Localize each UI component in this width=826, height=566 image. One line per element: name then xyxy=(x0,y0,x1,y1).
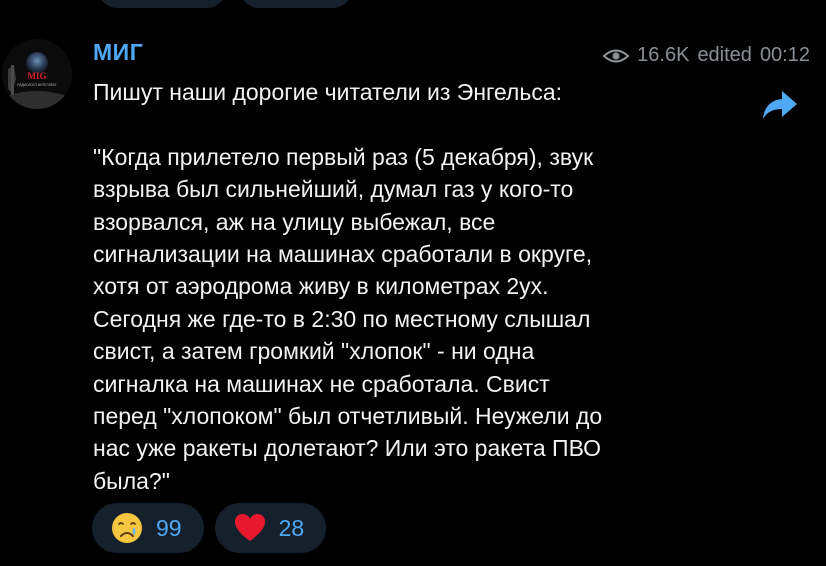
reaction-heart-count: 28 xyxy=(278,514,305,541)
heart-icon xyxy=(234,514,265,541)
reaction-heart-button[interactable]: 28 xyxy=(214,503,327,553)
channel-logo-image: MIG РАДИОЛОГО ИНТЕЛЛЕКТ xyxy=(2,39,72,109)
avatar-logo-text: MIG xyxy=(28,71,47,81)
reactions-bar: 99 28 xyxy=(92,503,327,553)
crying-face-icon xyxy=(112,513,142,543)
views-eye-icon xyxy=(603,48,630,63)
channel-avatar[interactable]: MIG РАДИОЛОГО ИНТЕЛЛЕКТ xyxy=(2,39,72,109)
message-text: Пишут наши дорогие читатели из Энгельса:… xyxy=(93,79,603,494)
channel-name[interactable]: МИГ xyxy=(93,39,143,66)
post-meta: 16.6K edited 00:12 xyxy=(603,44,810,67)
reaction-crying-count: 99 xyxy=(156,514,182,541)
previous-reaction-pill[interactable] xyxy=(98,0,226,8)
share-arrow-icon[interactable] xyxy=(761,88,799,122)
previous-reaction-pill[interactable] xyxy=(240,0,352,8)
post-time: 00:12 xyxy=(759,44,810,66)
reaction-crying-button[interactable]: 99 xyxy=(92,503,204,553)
edited-label: edited xyxy=(697,44,752,66)
channel-feed: MIG РАДИОЛОГО ИНТЕЛЛЕКТ МИГ 16.6K edited… xyxy=(0,0,826,566)
avatar-tagline: РАДИОЛОГО ИНТЕЛЛЕКТ xyxy=(17,83,56,87)
views-count: 16.6K xyxy=(637,44,690,66)
